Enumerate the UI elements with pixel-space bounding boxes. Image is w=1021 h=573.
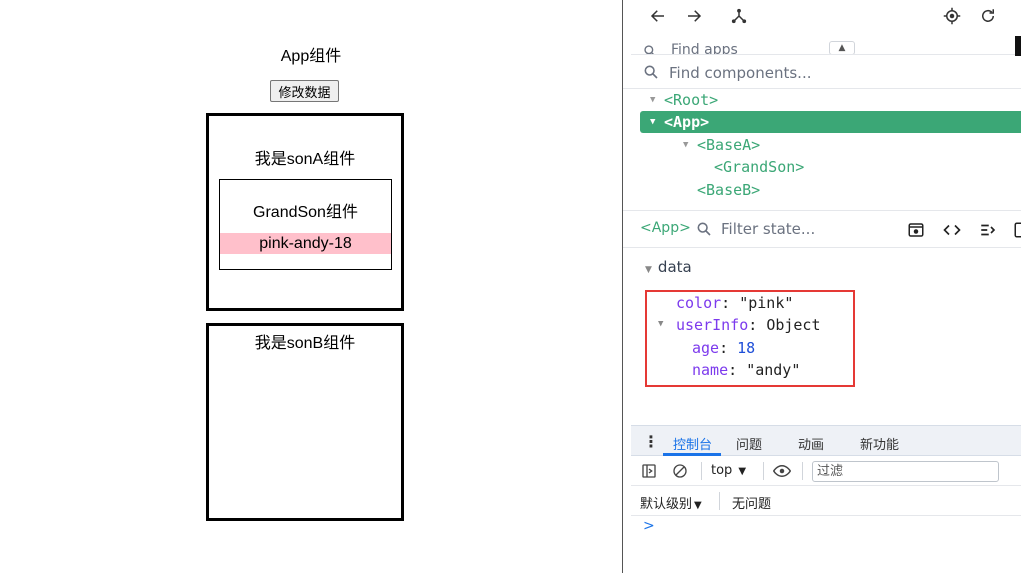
expand-triangle-icon[interactable]: ▼	[650, 111, 664, 133]
prop-value: Object	[766, 316, 821, 334]
separator	[701, 462, 702, 480]
tree-node-label: <BaseB>	[697, 181, 761, 199]
console-filter-input[interactable]	[812, 461, 999, 482]
scrollbar[interactable]	[1015, 36, 1021, 56]
search-icon	[643, 64, 659, 84]
son-b-box: 我是sonB组件	[206, 323, 404, 521]
tab-whats-new[interactable]: 新功能	[860, 434, 899, 453]
prop-color[interactable]: color: "pink"	[676, 294, 793, 312]
console-drawer: ⋮ 控制台 问题 动画 新功能 top ▼ 过滤 默认级别 ▼ 无问题 >	[631, 425, 1021, 573]
log-level-select[interactable]: 默认级别 ▼	[640, 493, 702, 512]
tree-node-app[interactable]: ▼ <App>	[640, 111, 1021, 133]
console-tab-bar: ⋮ 控制台 问题 动画 新功能	[631, 426, 1021, 456]
grandson-info: pink-andy-18	[220, 233, 391, 254]
tree-node-baseb[interactable]: <BaseB>	[697, 179, 760, 201]
filter-state-input[interactable]	[721, 219, 881, 239]
code-icon[interactable]	[941, 219, 963, 241]
highlight-box: color: "pink" ▼ userInfo: Object age: 18 …	[645, 290, 855, 387]
eye-icon[interactable]	[772, 462, 792, 480]
more-vert-icon[interactable]: ⋮	[643, 432, 659, 451]
son-a-title: 我是sonA组件	[254, 151, 356, 168]
vue-devtools-panel: Find apps ▲ ▼<Root> ▼<App> ▼<BaseA> <Gra…	[623, 0, 1021, 573]
prop-name[interactable]: name: "andy"	[692, 361, 800, 379]
prop-userinfo[interactable]: ▼ userInfo: Object	[658, 316, 821, 334]
tree-node-root[interactable]: ▼ <Root>	[650, 89, 718, 111]
forward-arrow-icon[interactable]	[683, 5, 705, 27]
son-a-box: 我是sonA组件 GrandSon组件 pink-andy-18	[206, 113, 404, 311]
clear-console-icon[interactable]	[670, 462, 690, 480]
component-tree: ▼ <Root> ▼ <App> ▼ <BaseA> <GrandSon> <Base…	[623, 89, 1021, 211]
prop-key: userInfo	[676, 316, 749, 334]
expand-triangle-icon[interactable]: ▼	[650, 89, 664, 111]
caret-down-icon: ▼	[738, 466, 747, 477]
search-icon	[643, 43, 657, 54]
console-toolbar: top ▼	[631, 456, 1021, 486]
tree-node-label: <GrandSon>	[714, 158, 805, 176]
screen: App组件 修改数据 我是sonA组件 GrandSon组件 pink-andy…	[0, 0, 1021, 573]
tree-node-label: <BaseA>	[697, 136, 761, 154]
component-tree-icon[interactable]	[728, 5, 750, 27]
separator	[763, 462, 764, 480]
collapse-apps-icon[interactable]: ▲	[829, 41, 855, 54]
prop-value: 18	[737, 339, 756, 357]
grandson-box: GrandSon组件 pink-andy-18	[219, 179, 392, 270]
tree-node-label: <App>	[664, 113, 710, 131]
search-icon	[696, 221, 712, 241]
devtools-toolbar	[623, 0, 1021, 32]
console-prompt-icon[interactable]: >	[643, 518, 655, 534]
data-section-header[interactable]: ▼ data	[645, 258, 692, 276]
expand-triangle-icon[interactable]: ▼	[658, 319, 663, 329]
collapse-all-icon[interactable]	[977, 219, 999, 241]
prop-age[interactable]: age: 18	[692, 339, 755, 357]
son-b-title: 我是sonB组件	[254, 335, 356, 352]
section-label: data	[657, 258, 692, 276]
context-select[interactable]: top ▼	[711, 463, 746, 478]
context-label: top	[711, 463, 733, 478]
tree-node-grandson[interactable]: <GrandSon>	[714, 156, 804, 178]
app-title: App组件	[280, 48, 342, 65]
separator	[802, 462, 803, 480]
back-arrow-icon[interactable]	[647, 5, 669, 27]
log-level-label: 默认级别	[640, 497, 693, 512]
tab-console[interactable]: 控制台	[673, 434, 712, 453]
sidebar-toggle-icon[interactable]	[639, 462, 659, 480]
prop-key: age	[692, 339, 720, 357]
find-components-input[interactable]	[669, 62, 989, 84]
grandson-title: GrandSon组件	[253, 204, 358, 221]
state-toolbar: <App>	[623, 211, 1021, 248]
find-apps-bar[interactable]: Find apps ▲	[631, 37, 1021, 55]
tab-animations[interactable]: 动画	[798, 434, 824, 453]
prop-value: "pink"	[739, 294, 794, 312]
inspect-dom-icon[interactable]	[905, 219, 927, 241]
refresh-icon[interactable]	[977, 5, 999, 27]
tab-issues[interactable]: 问题	[736, 434, 762, 453]
expand-triangle-icon[interactable]: ▼	[645, 265, 652, 275]
app-preview: App组件 修改数据 我是sonA组件 GrandSon组件 pink-andy…	[0, 0, 622, 573]
prop-key: color	[676, 294, 722, 312]
prop-key: name	[692, 361, 729, 379]
modify-data-button[interactable]: 修改数据	[270, 80, 339, 102]
target-select-icon[interactable]	[941, 5, 963, 27]
expand-triangle-icon[interactable]: ▼	[683, 134, 697, 156]
prop-value: "andy"	[746, 361, 801, 379]
tree-node-label: <Root>	[664, 91, 719, 109]
find-components-bar	[623, 57, 1021, 89]
more-panel-icon[interactable]	[1011, 219, 1021, 241]
find-apps-label: Find apps	[671, 42, 738, 55]
separator	[719, 492, 720, 510]
state-data-section: ▼ data color: "pink" ▼ userInfo: Object ag…	[623, 249, 1021, 419]
selected-component-tag: <App>	[640, 220, 691, 236]
console-level-bar: 默认级别 ▼ 无问题	[631, 486, 1021, 516]
tree-node-basea[interactable]: ▼ <BaseA>	[683, 134, 760, 156]
caret-down-icon: ▼	[694, 500, 702, 511]
issues-status: 无问题	[732, 497, 772, 512]
